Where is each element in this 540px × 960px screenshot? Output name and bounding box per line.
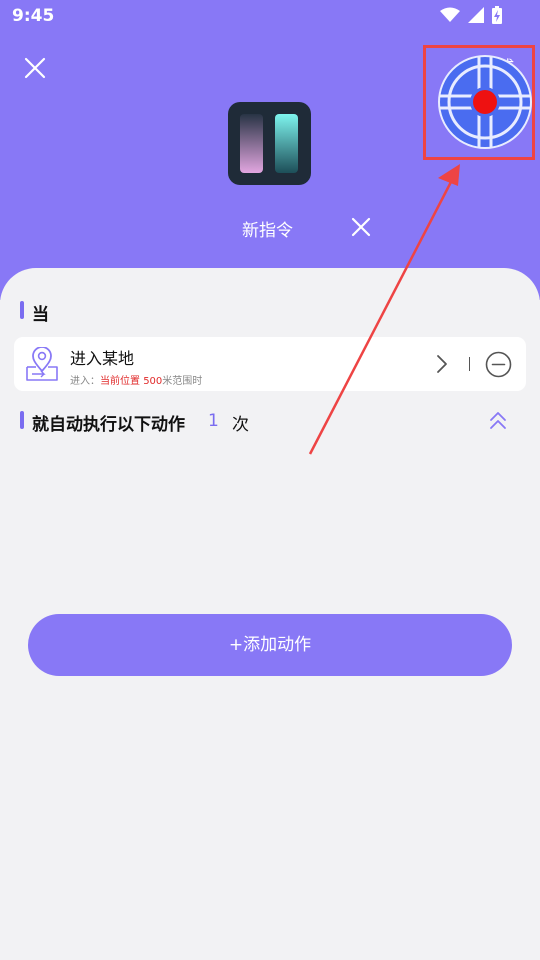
- app-icon-bar-left: [240, 114, 263, 173]
- signal-icon: [468, 7, 484, 23]
- section-marker: [20, 411, 24, 429]
- command-title[interactable]: 新指令: [242, 216, 293, 241]
- status-icons: [440, 6, 502, 24]
- repeat-count[interactable]: 1: [208, 411, 219, 431]
- remove-trigger-icon[interactable]: [485, 351, 512, 378]
- wifi-icon: [440, 7, 460, 22]
- clear-title-icon[interactable]: [350, 216, 372, 238]
- highlight-box: [423, 45, 535, 160]
- status-time: 9:45: [12, 6, 55, 26]
- repeat-unit: 次: [232, 415, 249, 435]
- section-marker: [20, 301, 24, 319]
- add-action-button[interactable]: +添加动作: [28, 614, 512, 676]
- location-map-icon: [26, 347, 58, 381]
- trigger-title: 进入某地: [70, 349, 135, 368]
- close-icon[interactable]: [22, 55, 48, 81]
- collapse-chevron-up-icon[interactable]: [488, 410, 508, 432]
- app-icon-bar-right: [275, 114, 298, 173]
- battery-charging-icon: [492, 6, 502, 24]
- trigger-heading: 当: [32, 305, 49, 325]
- trigger-subtitle: 进入：当前位置 500米范围时: [70, 376, 203, 387]
- chevron-right-icon[interactable]: [434, 354, 450, 374]
- action-heading: 就自动执行以下动作: [32, 415, 185, 435]
- divider: [469, 357, 470, 371]
- trigger-card[interactable]: 进入某地 进入：当前位置 500米范围时: [14, 337, 526, 391]
- shortcut-app-icon[interactable]: [228, 102, 311, 185]
